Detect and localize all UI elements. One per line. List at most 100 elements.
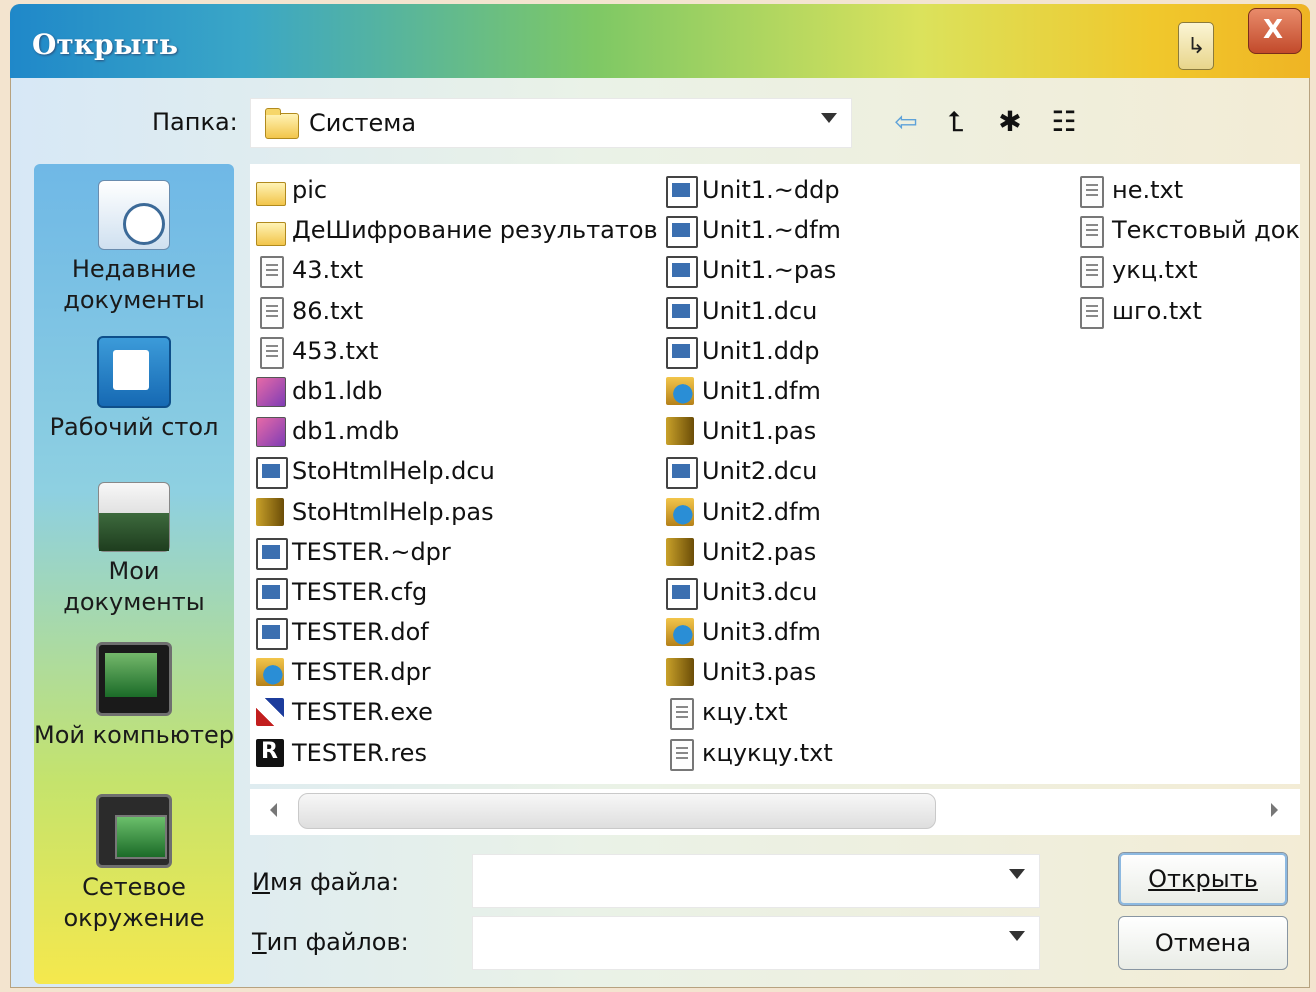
text-file-icon [260, 336, 284, 369]
help-button[interactable] [1178, 22, 1214, 70]
file-name: ДеШифрование результатов [292, 216, 658, 245]
file-name: TESTER.exe [292, 698, 433, 727]
file-name: Unit3.dcu [702, 577, 818, 606]
my-documents-icon [98, 482, 170, 552]
file-name: StoHtmlHelp.dcu [292, 457, 495, 486]
filename-input[interactable] [485, 865, 989, 897]
place-label: Недавние документы [63, 255, 205, 314]
pascal-source-icon [256, 497, 284, 526]
delphi-unit-icon [666, 577, 698, 610]
delphi-unit-icon [256, 577, 288, 610]
file-name: StoHtmlHelp.pas [292, 497, 494, 526]
delphi-unit-icon [666, 256, 698, 289]
close-icon: X [1263, 15, 1284, 45]
file-name: Unit3.pas [702, 658, 817, 687]
chevron-down-icon [821, 113, 837, 123]
cancel-button[interactable]: Отмена [1118, 916, 1288, 970]
file-name: db1.mdb [292, 417, 400, 446]
chevron-down-icon [1009, 869, 1025, 879]
delphi-unit-icon [256, 618, 288, 651]
file-name: кцукцу.txt [702, 738, 833, 767]
places-bar: Недавние документы Рабочий стол Мои доку… [34, 164, 234, 984]
exe-icon [256, 698, 284, 727]
file-name: Unit2.dcu [702, 457, 818, 486]
delphi-project-icon [256, 658, 284, 687]
file-name: TESTER.dpr [292, 658, 431, 687]
place-recent-documents[interactable]: Недавние документы [34, 180, 234, 316]
scroll-left-icon[interactable] [270, 803, 277, 817]
file-name: Unit1.dcu [702, 296, 818, 325]
filename-combobox[interactable] [472, 854, 1040, 908]
filetype-label: Тип файлов: [252, 928, 409, 956]
new-folder-icon[interactable]: ✱ [992, 104, 1028, 140]
file-name: db1.ldb [292, 376, 383, 405]
window-title: Открыть [32, 28, 178, 61]
delphi-unit-icon [666, 216, 698, 249]
filetype-combobox[interactable] [472, 916, 1040, 970]
file-name: TESTER.cfg [292, 577, 428, 606]
file-name: 86.txt [292, 296, 364, 325]
place-label: Сетевое окружение [63, 873, 205, 932]
place-desktop[interactable]: Рабочий стол [34, 336, 234, 443]
file-name: Unit1.ddp [702, 336, 820, 365]
delphi-unit-icon [256, 537, 288, 570]
delphi-project-icon [666, 376, 694, 405]
scroll-thumb[interactable] [298, 793, 936, 829]
pascal-source-icon [666, 417, 694, 446]
pascal-source-icon [666, 537, 694, 566]
resource-file-icon [256, 738, 284, 767]
file-name: Unit1.~dfm [702, 216, 841, 245]
folder-label: Папка: [152, 108, 238, 136]
network-icon [96, 794, 172, 868]
delphi-project-icon [666, 497, 694, 526]
text-file-icon [1080, 296, 1104, 329]
filename-label: Имя файла: [252, 868, 400, 896]
chevron-down-icon [1009, 931, 1025, 941]
up-folder-icon[interactable]: ⮤ [938, 104, 974, 140]
delphi-project-icon [666, 618, 694, 647]
close-button[interactable]: X [1248, 8, 1302, 54]
place-my-documents[interactable]: Мои документы [34, 482, 234, 618]
title-bar: Открыть X [10, 4, 1310, 78]
file-name: Unit2.pas [702, 537, 817, 566]
file-name: Unit1.dfm [702, 376, 821, 405]
file-name: 453.txt [292, 336, 379, 365]
desktop-icon [97, 336, 171, 408]
place-label: Рабочий стол [49, 413, 219, 441]
current-folder: Система [309, 109, 417, 137]
view-menu-icon[interactable]: ☷ [1046, 104, 1082, 140]
horizontal-scrollbar[interactable] [250, 789, 1300, 835]
place-my-computer[interactable]: Мой компьютер [34, 642, 234, 751]
pascal-source-icon [666, 658, 694, 687]
file-name: не.txt [1112, 176, 1184, 204]
folder-combobox[interactable]: Система [250, 98, 852, 148]
folder-icon [256, 222, 286, 247]
scroll-right-icon[interactable] [1271, 803, 1278, 817]
open-button[interactable]: Открыть [1118, 852, 1288, 906]
file-name: укц.txt [1112, 256, 1198, 285]
database-file-icon [256, 417, 286, 448]
delphi-unit-icon [666, 336, 698, 369]
my-computer-icon [96, 642, 172, 716]
file-name: шго.txt [1112, 296, 1202, 325]
database-file-icon [256, 376, 286, 407]
text-file-icon [1080, 256, 1104, 289]
filename-label-text: мя файла: [269, 868, 400, 896]
file-name: Unit3.dfm [702, 618, 821, 647]
delphi-unit-icon [666, 457, 698, 490]
place-network[interactable]: Сетевое окружение [34, 794, 234, 934]
folder-icon [256, 182, 286, 206]
file-name: TESTER.res [292, 738, 427, 767]
text-file-icon [1080, 176, 1104, 208]
filetype-label-text: ип файлов: [266, 928, 409, 956]
text-file-icon [670, 738, 694, 771]
place-label: Мои документы [63, 557, 205, 616]
open-dialog: Открыть X Папка: Система ⇦ ⮤ ✱ ☷ Недавни… [10, 4, 1310, 988]
file-name: pic [292, 176, 328, 204]
text-file-icon [260, 256, 284, 289]
file-name: 43.txt [292, 256, 364, 285]
text-file-icon [1080, 216, 1104, 249]
file-name: Unit1.pas [702, 417, 817, 446]
back-icon[interactable]: ⇦ [888, 104, 924, 140]
file-list[interactable]: pic ДеШифрование результатов 43.txt 86.txt 4… [250, 164, 1300, 784]
